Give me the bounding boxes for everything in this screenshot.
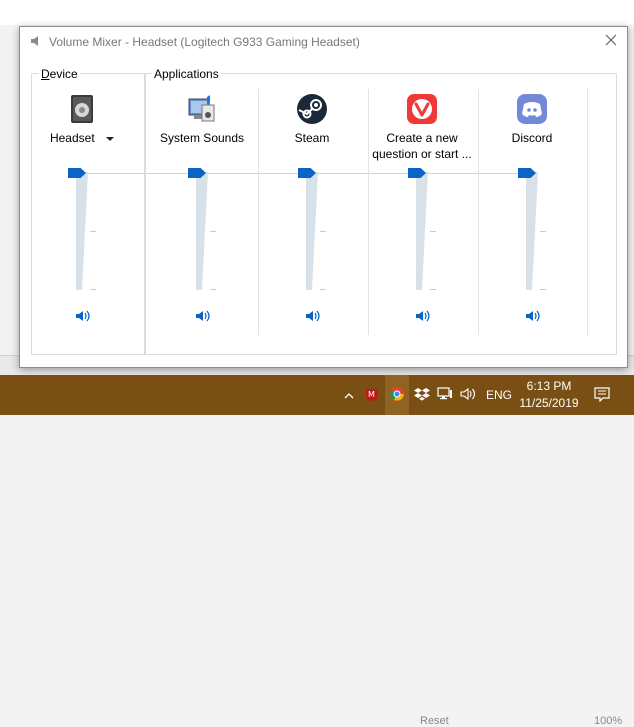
device-selector[interactable]: Headset [28,130,136,146]
app-volume-track[interactable] [196,172,208,290]
speaker-mute-icon [525,309,541,326]
clock-date: 11/25/2019 [519,396,579,410]
slider-tick [90,289,96,290]
column-separator [587,89,588,335]
app-volume-track[interactable] [306,172,318,290]
app-mute-button[interactable] [303,309,323,325]
slider-tick [320,289,326,290]
slider-tick [90,231,96,232]
slider-tick [540,231,546,232]
clock-time: 6:13 PM [526,379,572,393]
close-icon [605,34,617,49]
background-window [0,0,634,25]
app-label: Steam [294,131,330,145]
headset-device-icon [66,93,98,125]
app-column-browser: Create a new question or start ... [368,87,476,337]
chevron-down-icon [106,131,115,145]
device-volume-track[interactable] [76,172,88,290]
app-label: Discord [511,131,553,145]
app-mute-button[interactable] [193,309,213,325]
svg-text:M: M [368,390,375,399]
volume-mixer-window: Volume Mixer - Headset (Logitech G933 Ga… [19,26,628,368]
speaker-icon [29,34,43,51]
device-name: Headset [49,131,95,145]
mcafee-tray-button[interactable]: M [361,375,383,415]
app-volume-track[interactable] [526,172,538,290]
device-mute-button[interactable] [73,309,93,325]
title-bar[interactable]: Volume Mixer - Headset (Logitech G933 Ga… [20,27,627,57]
taskbar: M ENG 6:13 PM 11/25/2019 [0,375,634,415]
background-zoom-label: 100% [594,715,623,727]
volume-tray-button[interactable] [458,375,480,415]
notification-icon [594,386,610,405]
speaker-mute-icon [415,309,431,326]
dropbox-icon [414,387,430,404]
close-button[interactable] [596,27,626,55]
background-reset-label: Reset [420,715,449,727]
slider-tick [430,289,436,290]
clock[interactable]: 6:13 PM 11/25/2019 [516,378,582,412]
chevron-up-icon [344,388,354,402]
steam-icon [296,93,328,125]
speaker-mute-icon [305,309,321,326]
speaker-mute-icon [75,309,91,326]
discord-icon [516,93,548,125]
dropbox-tray-button[interactable] [412,375,432,415]
mcafee-icon: M [364,386,380,405]
window-title: Volume Mixer - Headset (Logitech G933 Ga… [49,35,360,49]
slider-tick [430,231,436,232]
show-hidden-icons-button[interactable] [340,375,358,415]
app-mute-button[interactable] [413,309,433,325]
app-label: System Sounds [159,131,245,145]
chrome-tray-button[interactable] [385,375,409,415]
slider-tick [540,289,546,290]
language-indicator[interactable]: ENG [486,388,512,402]
slider-tick [210,289,216,290]
applications-group-label: Applications [152,67,221,81]
app-volume-track[interactable] [416,172,428,290]
network-tray-button[interactable] [435,375,455,415]
system-sounds-icon [186,93,218,125]
vivaldi-icon [406,93,438,125]
app-label: Create a new question or start ... [372,131,472,161]
action-center-button[interactable] [590,375,614,415]
app-column-steam: Steam [258,87,366,337]
app-column-system-sounds: System Sounds [148,87,256,337]
device-column: Headset [28,87,136,337]
speaker-mute-icon [195,309,211,326]
chrome-icon [389,386,405,405]
network-icon [437,386,453,404]
app-column-discord: Discord [478,87,586,337]
app-mute-button[interactable] [523,309,543,325]
device-group-label: Device [39,67,80,81]
slider-tick [320,231,326,232]
volume-icon [460,387,478,404]
slider-tick [210,231,216,232]
